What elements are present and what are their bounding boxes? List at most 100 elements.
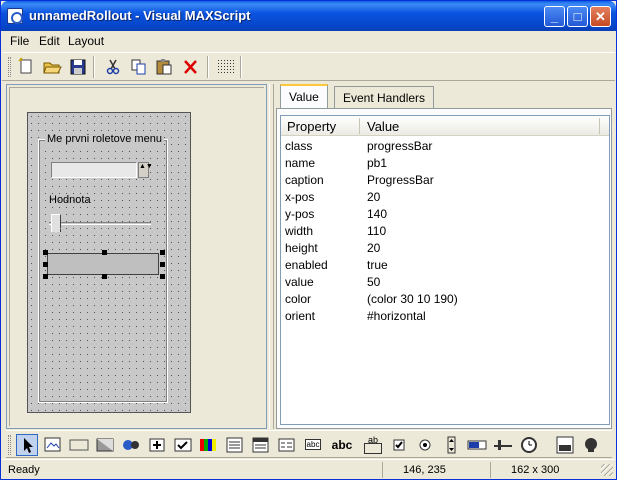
slider-track xyxy=(49,222,151,225)
close-button[interactable]: ✕ xyxy=(590,6,611,27)
window-title: unnamedRollout - Visual MAXScript xyxy=(29,8,251,23)
label-tool-icon[interactable]: abc xyxy=(328,434,356,456)
main-toolbar xyxy=(2,52,615,81)
resize-handle[interactable] xyxy=(160,274,165,279)
timer-tool-icon[interactable] xyxy=(518,434,540,456)
checkbox-tool-icon[interactable] xyxy=(388,434,410,456)
resize-handle[interactable] xyxy=(160,250,165,255)
maxscript-app-icon[interactable] xyxy=(7,8,23,24)
menu-file[interactable]: File xyxy=(10,34,29,48)
cut-icon[interactable] xyxy=(102,57,124,77)
pickbutton-tool-icon[interactable] xyxy=(146,434,168,456)
save-icon[interactable] xyxy=(67,57,89,77)
slider-tool-icon[interactable] xyxy=(492,434,514,456)
property-row[interactable]: class progressBar xyxy=(281,138,609,155)
spinner-tool-icon[interactable] xyxy=(440,434,462,456)
tab-value[interactable]: Value xyxy=(280,84,328,109)
property-row[interactable]: orient #horizontal xyxy=(281,308,609,325)
property-name: orient xyxy=(285,309,316,323)
groupbox[interactable]: Me prvni roletove menu ▲▼ Hodnota xyxy=(38,133,168,403)
resize-grip[interactable] xyxy=(601,464,613,476)
bitmap-tool-icon[interactable] xyxy=(42,434,64,456)
groupbox-label: Me prvni roletove menu xyxy=(45,133,164,145)
activex-tool-icon[interactable] xyxy=(554,434,576,456)
status-bar: Ready 146, 235 162 x 300 xyxy=(2,459,615,479)
colorpicker-tool-icon[interactable] xyxy=(198,434,220,456)
property-name: class xyxy=(285,139,313,153)
minimize-button[interactable]: _ xyxy=(544,6,565,27)
dropdownlist-tool-icon[interactable] xyxy=(250,434,272,456)
app-window: unnamedRollout - Visual MAXScript _ □ ✕ … xyxy=(0,0,617,480)
slider-thumb[interactable] xyxy=(51,214,61,233)
pointer-tool-icon[interactable] xyxy=(16,434,38,456)
copy-icon[interactable] xyxy=(128,57,150,77)
property-row[interactable]: height 20 xyxy=(281,240,609,257)
tab-event-handlers[interactable]: Event Handlers xyxy=(334,86,435,108)
menu-layout[interactable]: Layout xyxy=(68,34,104,48)
property-row[interactable]: name pb1 xyxy=(281,155,609,172)
property-row[interactable]: y-pos 140 xyxy=(281,206,609,223)
pane-splitter[interactable] xyxy=(269,84,274,429)
column-value[interactable]: Value xyxy=(367,119,399,134)
resize-handle[interactable] xyxy=(160,262,165,267)
status-canvas-size-value: 162 x 300 xyxy=(511,464,560,476)
column-property[interactable]: Property xyxy=(287,119,336,134)
progressbar-control[interactable] xyxy=(47,253,159,275)
status-text: Ready xyxy=(8,464,40,476)
status-cursor-position-value: 146, 235 xyxy=(403,464,446,476)
delete-icon[interactable] xyxy=(180,57,202,77)
property-row[interactable]: value 50 xyxy=(281,274,609,291)
property-value: 20 xyxy=(367,241,381,255)
property-list[interactable]: Property Value class progressBar name pb1 … xyxy=(280,115,610,425)
property-value: 50 xyxy=(367,275,381,289)
mapbutton-tool-icon[interactable] xyxy=(94,434,116,456)
combobox-tool-icon[interactable] xyxy=(224,434,246,456)
property-value: 20 xyxy=(367,190,381,204)
new-icon[interactable] xyxy=(15,57,37,77)
paste-icon[interactable] xyxy=(154,57,176,77)
property-value: pb1 xyxy=(367,156,388,170)
resize-handle[interactable] xyxy=(43,262,48,267)
listbox-tool-icon[interactable] xyxy=(276,434,298,456)
property-value: progressBar xyxy=(367,139,433,153)
resize-handle[interactable] xyxy=(43,250,48,255)
title-bar[interactable]: unnamedRollout - Visual MAXScript _ □ ✕ xyxy=(1,1,616,31)
column-divider[interactable] xyxy=(359,118,360,134)
property-row[interactable]: enabled true xyxy=(281,257,609,274)
close-icon: ✕ xyxy=(595,9,606,24)
resize-handle[interactable] xyxy=(102,274,107,279)
property-name: x-pos xyxy=(285,190,315,204)
resize-handle[interactable] xyxy=(102,250,107,255)
spinner-control[interactable]: ▲▼ xyxy=(51,162,153,178)
slider-control[interactable] xyxy=(47,214,151,234)
resize-handle[interactable] xyxy=(43,274,48,279)
checkbutton-tool-icon[interactable] xyxy=(172,434,194,456)
properties-pane: Value Event Handlers Property Value clas… xyxy=(276,84,612,429)
maximize-button[interactable]: □ xyxy=(567,6,588,27)
property-row[interactable]: width 110 xyxy=(281,223,609,240)
column-divider[interactable] xyxy=(599,118,600,134)
progressbar-tool-icon[interactable] xyxy=(466,434,488,456)
property-name: width xyxy=(285,224,314,238)
toolbar-grip[interactable] xyxy=(8,57,11,77)
rollout-canvas[interactable]: Me prvni roletove menu ▲▼ Hodnota xyxy=(27,112,191,413)
hyperlink-tool-icon[interactable] xyxy=(580,434,602,456)
property-row[interactable]: x-pos 20 xyxy=(281,189,609,206)
edittext-tool-icon[interactable]: abc xyxy=(302,434,324,456)
control-toolbox: abc abc ab xyxy=(6,430,612,458)
property-value: (color 30 10 190) xyxy=(367,292,458,306)
menu-edit[interactable]: Edit xyxy=(39,34,60,48)
property-name: color xyxy=(285,292,312,306)
menu-bar: File Edit Layout xyxy=(2,31,615,51)
property-row[interactable]: color (color 30 10 190) xyxy=(281,291,609,308)
open-icon[interactable] xyxy=(41,57,63,77)
spinner-arrows[interactable]: ▲▼ xyxy=(138,162,153,178)
property-row[interactable]: caption ProgressBar xyxy=(281,172,609,189)
groupbox-tool-icon[interactable]: ab xyxy=(362,434,384,456)
spinner-field[interactable] xyxy=(51,162,137,178)
radiobutton-tool-icon[interactable] xyxy=(414,434,436,456)
materialbutton-tool-icon[interactable] xyxy=(120,434,142,456)
toolbox-grip[interactable] xyxy=(8,435,11,455)
grid-icon[interactable] xyxy=(215,57,237,77)
button-tool-icon[interactable] xyxy=(68,434,90,456)
